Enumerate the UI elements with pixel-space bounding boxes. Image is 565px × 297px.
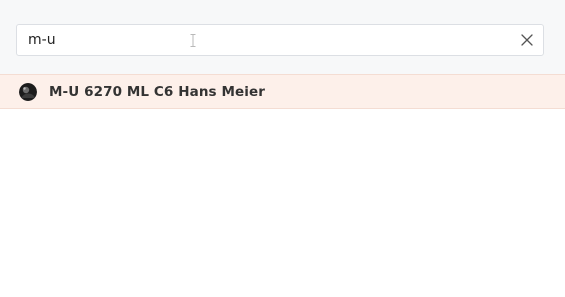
search-box[interactable] [16, 24, 544, 56]
list-item-label: M-U 6270 ML C6 Hans Meier [49, 84, 265, 100]
results-list: M-U 6270 ML C6 Hans Meier [0, 74, 565, 109]
avatar [19, 83, 37, 101]
search-input[interactable] [18, 26, 508, 54]
search-header [0, 0, 565, 74]
text-cursor-icon [190, 34, 196, 47]
close-icon[interactable] [519, 32, 535, 48]
list-item[interactable]: M-U 6270 ML C6 Hans Meier [0, 74, 565, 109]
